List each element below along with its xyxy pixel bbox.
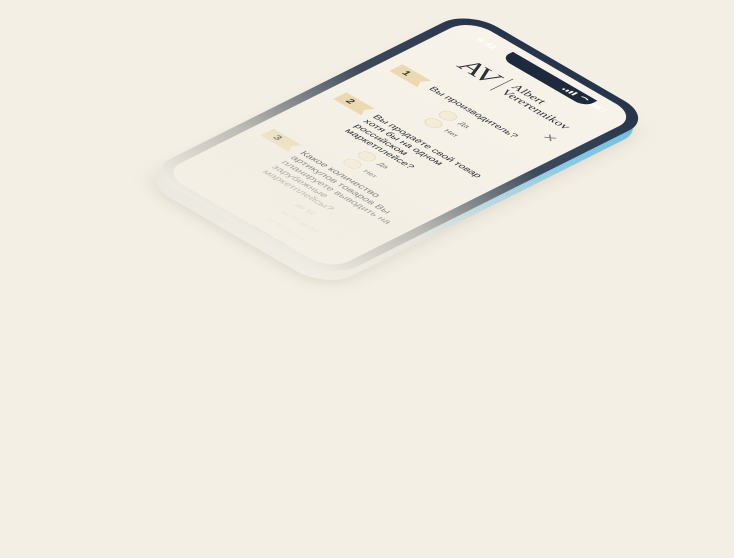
option-label: Нет — [442, 128, 460, 139]
question-number-flag — [333, 92, 375, 115]
logo-mark: AV — [450, 55, 509, 88]
close-icon: × — [537, 131, 563, 145]
question-number-flag — [389, 64, 431, 87]
battery-icon — [589, 102, 607, 113]
question-2: 2 Вы продаёте свой товар хотя бы на одно… — [346, 92, 495, 179]
close-button[interactable]: × — [537, 131, 563, 145]
scene: 9:41 AV Albert Vereтennikov × 1 Вы произ… — [0, 0, 734, 558]
status-time: 9:41 — [474, 36, 500, 51]
option-label: Да — [375, 161, 391, 170]
phone-frame: 9:41 AV Albert Vereтennikov × 1 Вы произ… — [145, 10, 654, 280]
phone-mockup: 9:41 AV Albert Vereтennikov × 1 Вы произ… — [139, 10, 654, 292]
option-label: Нет — [360, 168, 379, 179]
option-label: Да — [456, 121, 472, 130]
question-number-flag — [260, 129, 302, 152]
